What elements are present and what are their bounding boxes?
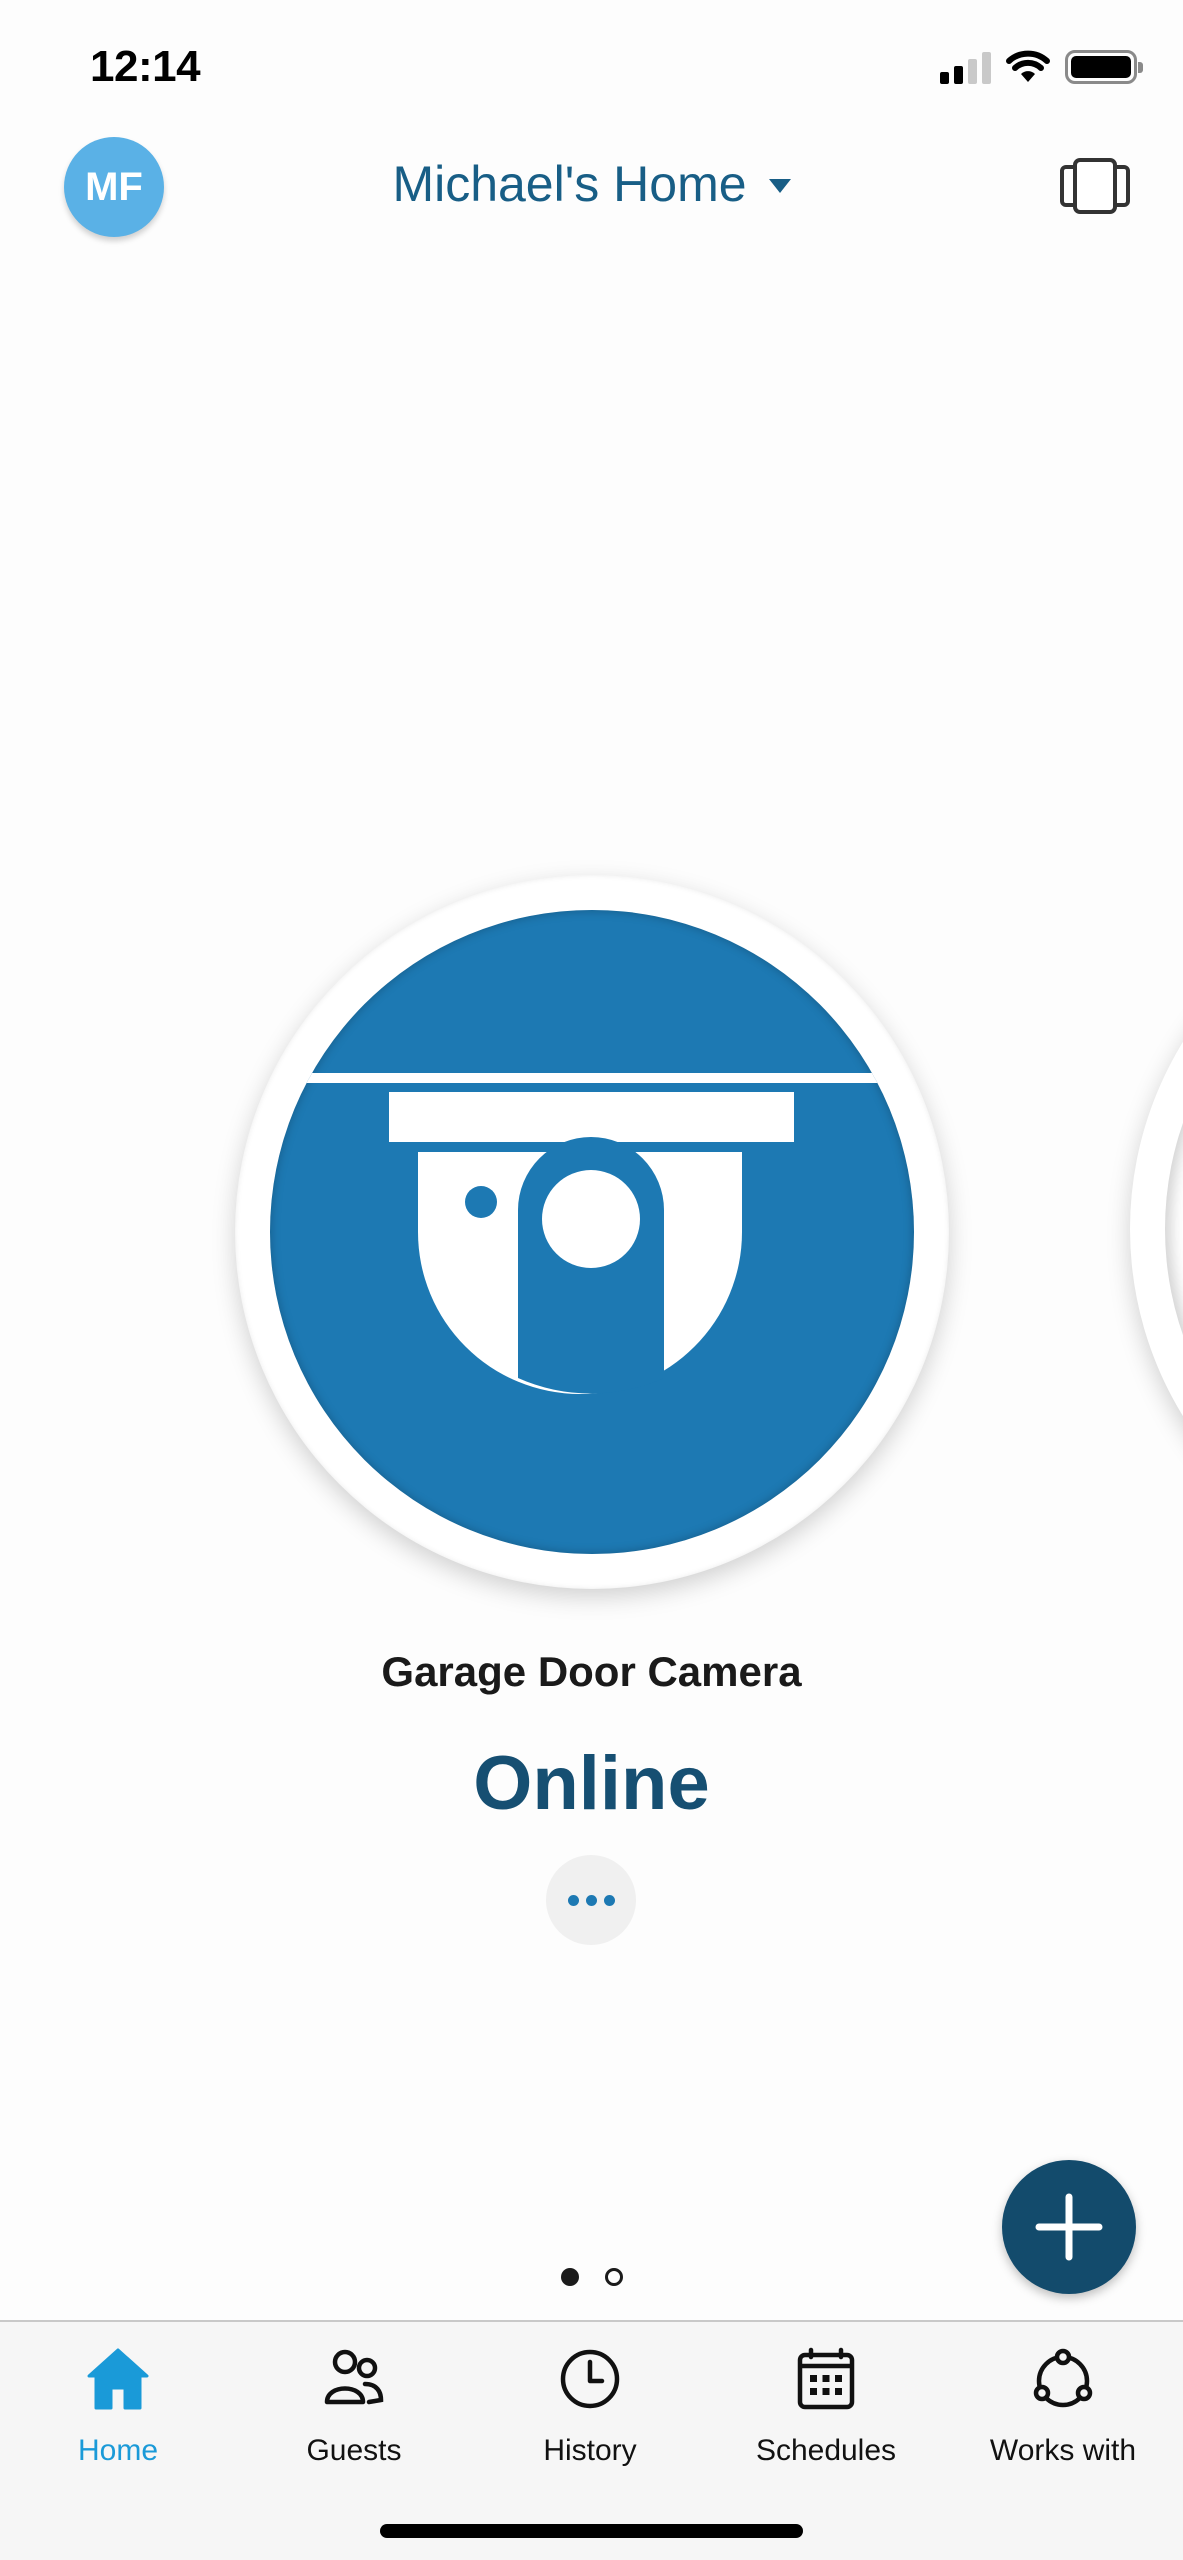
tab-label: History [543,2434,637,2467]
clock-icon [560,2349,620,2409]
signal-icon [940,50,991,84]
home-indicator[interactable] [380,2524,803,2538]
device-carousel-icon[interactable] [1059,158,1131,214]
home-selector[interactable]: Michael's Home [0,155,1183,213]
device-card[interactable] [235,875,949,1589]
tab-bar: Home Guests History Schedules Works with [0,2320,1183,2560]
tab-history[interactable]: History [490,2346,690,2468]
status-time: 12:14 [90,42,201,91]
integrations-icon [1033,2348,1093,2408]
tab-label: Schedules [755,2434,897,2467]
tab-label: Works with [989,2434,1137,2467]
tab-home[interactable]: Home [18,2346,218,2468]
dome-camera-icon [270,1073,914,1394]
ellipsis-dot [603,1894,615,1906]
home-title: Michael's Home [392,156,747,212]
calendar-icon [797,2347,855,2410]
plus-icon [1035,2193,1103,2261]
guests-icon [324,2349,384,2405]
tab-label: Home [77,2434,159,2467]
battery-icon [1065,50,1143,84]
tab-schedules[interactable]: Schedules [726,2346,926,2468]
device-icon-circle [270,910,914,1554]
tab-guests[interactable]: Guests [254,2346,454,2468]
home-icon [87,2348,149,2410]
ellipsis-dot [585,1894,597,1906]
caret-down-icon [768,179,791,193]
wifi-icon [1006,50,1050,82]
device-name: Garage Door Camera [381,1648,802,1695]
device-status: Online [473,1741,710,1826]
status-icons [940,50,1143,84]
page-indicator [0,2268,1183,2286]
add-device-button[interactable] [1002,2160,1136,2294]
tab-works-with[interactable]: Works with [963,2346,1163,2468]
ellipsis-icon [567,1894,579,1906]
more-options-button[interactable] [546,1855,636,1945]
page-dot-active[interactable] [560,2268,579,2286]
next-device-card[interactable] [1130,872,1183,1586]
tab-label: Guests [306,2434,402,2467]
page-dot[interactable] [604,2268,623,2286]
